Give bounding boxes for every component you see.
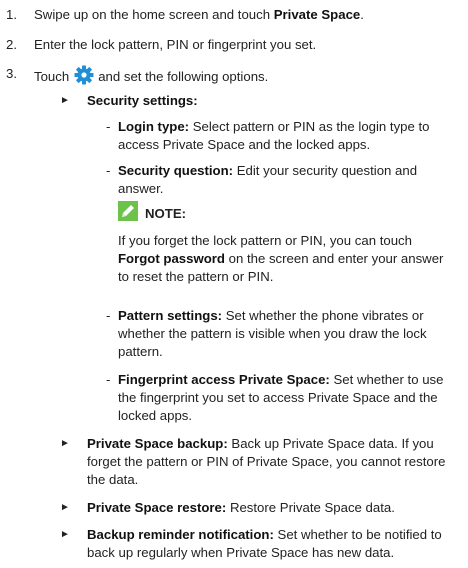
step-number: 2. — [6, 37, 17, 52]
private-space-label: Private Space — [273, 7, 361, 22]
step-text: Swipe up on the home screen and touch — [34, 7, 274, 22]
gear-icon — [74, 65, 94, 85]
step-text: Touch — [34, 69, 70, 84]
note-text: If you forget the lock pattern or PIN, y… — [118, 233, 412, 248]
bullet-arrow: ► — [60, 529, 70, 540]
step-text: Enter the lock pattern, PIN or fingerpri… — [34, 37, 317, 52]
step-number: 1. — [6, 7, 17, 22]
note-body: If you forget the lock pattern or PIN, y… — [118, 232, 448, 286]
pattern-settings-label: Pattern settings: — [118, 308, 223, 323]
step-punct: . — [360, 7, 364, 22]
reminder-label: Backup reminder notification: — [87, 527, 274, 542]
security-settings-label: Security settings: — [87, 93, 198, 108]
pencil-icon — [118, 201, 138, 221]
bullet-arrow: ► — [60, 95, 70, 106]
step-text-end: and set the following options. — [98, 69, 269, 84]
dash-marker: - — [106, 308, 111, 323]
document-page: 1. Swipe up on the home screen and touch… — [0, 0, 468, 568]
dash-marker: - — [106, 163, 111, 178]
restore-text: Restore Private Space data. — [226, 500, 395, 515]
step-number: 3. — [6, 66, 17, 81]
bullet-arrow: ► — [60, 438, 70, 449]
login-type-label: Login type: — [118, 119, 190, 134]
forgot-password-label: Forgot password — [118, 251, 225, 266]
restore-label: Private Space restore: — [87, 500, 227, 515]
security-question-label: Security question: — [118, 163, 234, 178]
note-title: NOTE: — [145, 206, 187, 221]
dash-marker: - — [106, 372, 111, 387]
fingerprint-access-label: Fingerprint access Private Space: — [118, 372, 330, 387]
dash-marker: - — [106, 119, 111, 134]
backup-label: Private Space backup: — [87, 436, 228, 451]
bullet-arrow: ► — [60, 502, 70, 513]
